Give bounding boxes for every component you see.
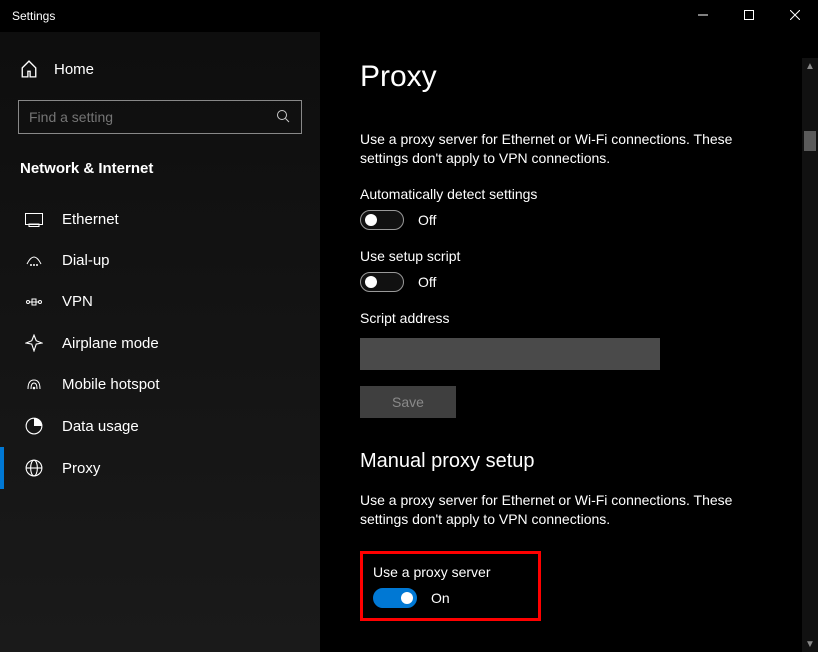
sidebar-item-vpn[interactable]: VPN — [0, 281, 320, 322]
ethernet-icon — [24, 213, 44, 227]
sidebar-item-label: Dial-up — [62, 252, 110, 269]
sidebar-item-label: Mobile hotspot — [62, 376, 160, 393]
app-title: Settings — [12, 9, 55, 23]
sidebar-item-label: Ethernet — [62, 211, 119, 228]
search-input[interactable] — [18, 100, 302, 134]
scroll-down-icon[interactable]: ▼ — [802, 636, 818, 652]
setup-script-toggle[interactable] — [360, 272, 404, 292]
sidebar-item-label: VPN — [62, 293, 93, 310]
hotspot-icon — [24, 377, 44, 393]
use-proxy-state: On — [431, 590, 450, 606]
sidebar-item-ethernet[interactable]: Ethernet — [0, 199, 320, 240]
sidebar-item-airplane[interactable]: Airplane mode — [0, 322, 320, 364]
sidebar: Home Network & Internet Ethernet — [0, 32, 320, 652]
setup-script-state: Off — [418, 274, 436, 290]
close-button[interactable] — [772, 0, 818, 30]
maximize-button[interactable] — [726, 0, 772, 30]
dialup-icon — [24, 254, 44, 268]
sidebar-item-dialup[interactable]: Dial-up — [0, 240, 320, 281]
sidebar-item-hotspot[interactable]: Mobile hotspot — [0, 364, 320, 405]
home-label: Home — [54, 61, 94, 78]
auto-detect-toggle[interactable] — [360, 210, 404, 230]
auto-detect-label: Automatically detect settings — [360, 186, 778, 202]
home-link[interactable]: Home — [0, 52, 320, 92]
page-title: Proxy — [360, 60, 778, 94]
vpn-icon — [24, 295, 44, 309]
script-address-input[interactable] — [360, 338, 660, 370]
proxy-icon — [24, 459, 44, 477]
category-header: Network & Internet — [0, 150, 320, 199]
sidebar-item-label: Proxy — [62, 460, 100, 477]
sidebar-item-label: Airplane mode — [62, 335, 159, 352]
sidebar-item-proxy[interactable]: Proxy — [0, 447, 320, 489]
titlebar: Settings — [0, 0, 818, 32]
datausage-icon — [24, 417, 44, 435]
scroll-up-icon[interactable]: ▲ — [802, 58, 818, 74]
auto-proxy-description: Use a proxy server for Ethernet or Wi-Fi… — [360, 130, 778, 168]
manual-proxy-header: Manual proxy setup — [360, 450, 778, 473]
use-proxy-toggle[interactable] — [373, 588, 417, 608]
auto-detect-state: Off — [418, 212, 436, 228]
save-button[interactable]: Save — [360, 386, 456, 418]
home-icon — [20, 60, 38, 78]
setup-script-label: Use setup script — [360, 248, 778, 264]
script-address-label: Script address — [360, 310, 778, 326]
window-controls — [680, 0, 818, 30]
sidebar-item-label: Data usage — [62, 418, 139, 435]
content-pane: ▲ ▼ Proxy Use a proxy server for Etherne… — [320, 32, 818, 652]
scrollbar-thumb[interactable] — [804, 131, 816, 151]
manual-proxy-description: Use a proxy server for Ethernet or Wi-Fi… — [360, 491, 778, 529]
airplane-icon — [24, 334, 44, 352]
highlight-annotation: Use a proxy server On — [360, 551, 541, 621]
search-icon — [276, 109, 290, 123]
minimize-button[interactable] — [680, 0, 726, 30]
use-proxy-label: Use a proxy server — [373, 564, 490, 580]
sidebar-item-datausage[interactable]: Data usage — [0, 405, 320, 447]
